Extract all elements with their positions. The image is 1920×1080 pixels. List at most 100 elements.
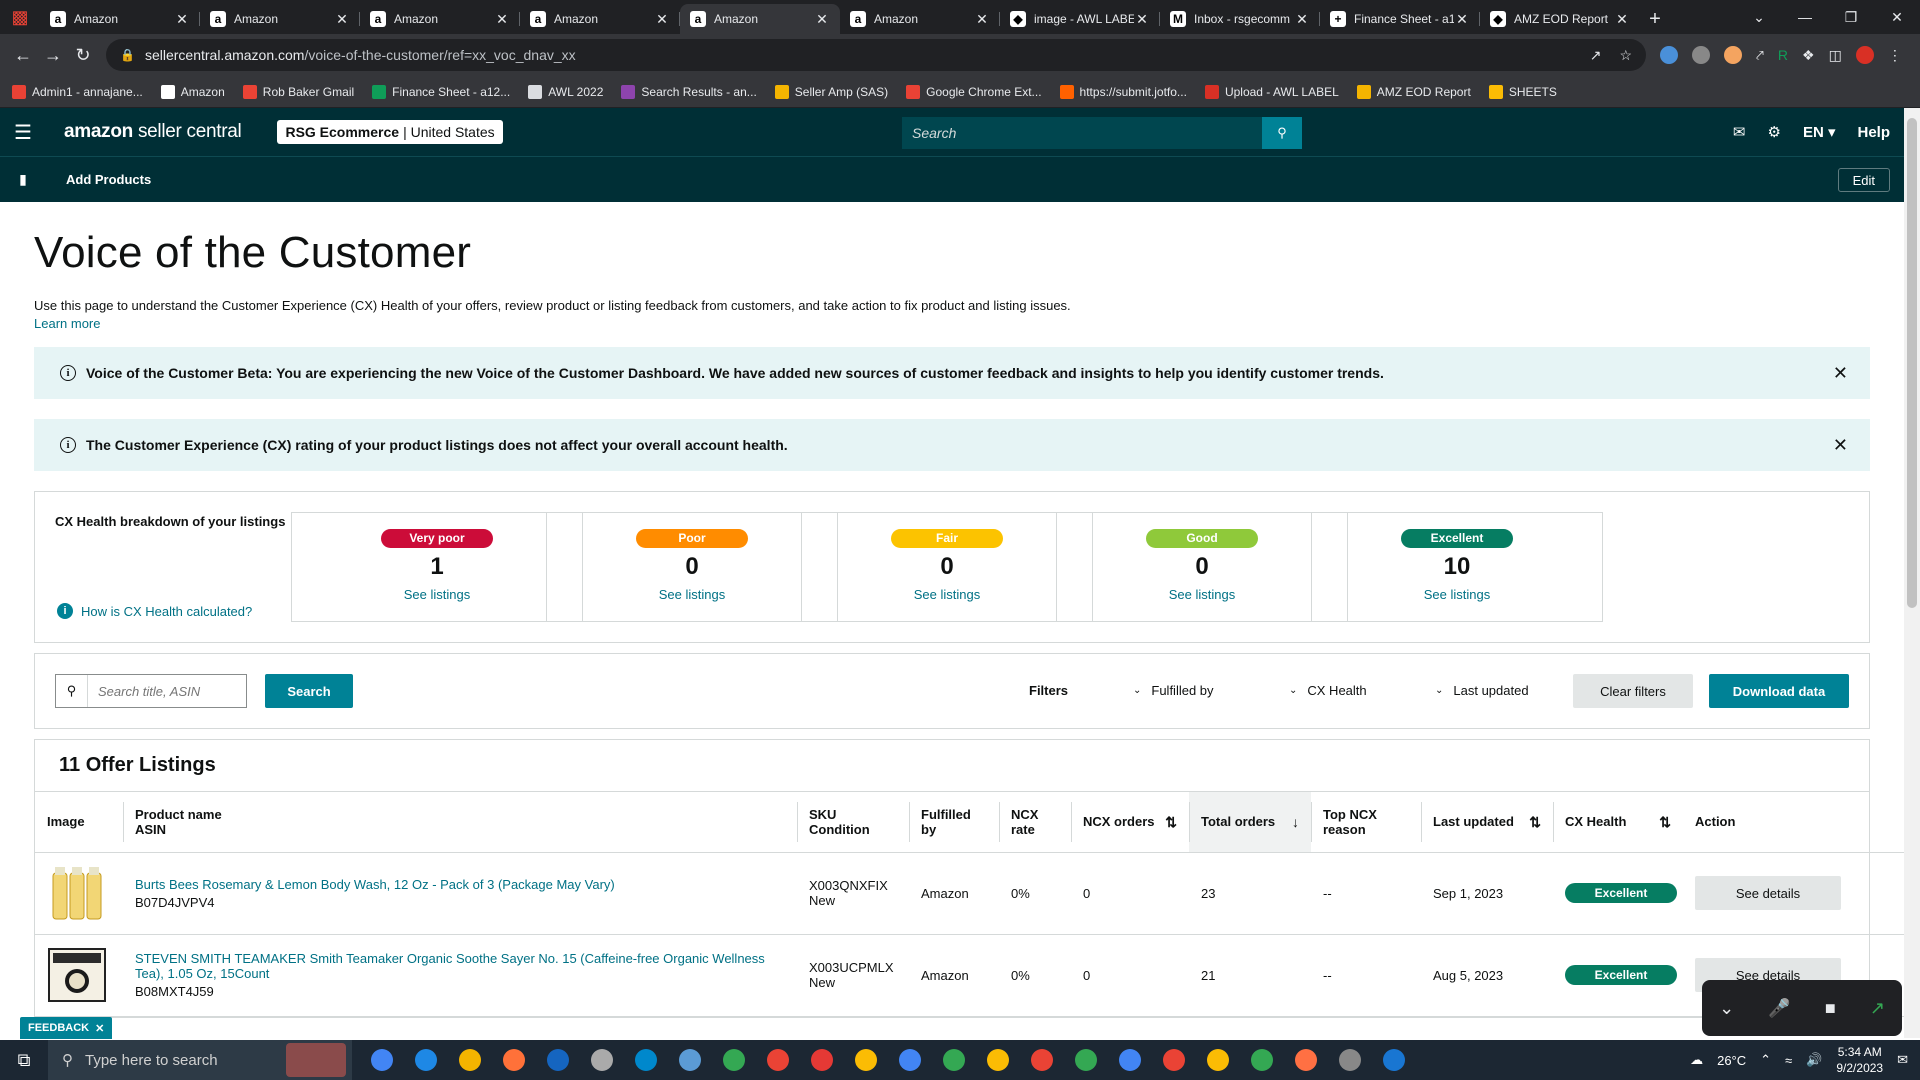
taskbar-app-icon[interactable]	[1026, 1044, 1058, 1076]
mic-muted-icon[interactable]: 🎤	[1768, 998, 1790, 1019]
taskbar-app-icon[interactable]	[1290, 1044, 1322, 1076]
taskbar-app-icon[interactable]	[630, 1044, 662, 1076]
chevron-down-icon[interactable]: ⌄	[1719, 998, 1734, 1019]
taskbar-app-icon[interactable]	[586, 1044, 618, 1076]
language-selector[interactable]: EN ▾	[1803, 123, 1836, 141]
cx-how-link[interactable]: i How is CX Health calculated?	[57, 603, 252, 619]
close-window-button[interactable]: ✕	[1874, 9, 1920, 26]
see-listings-link[interactable]: See listings	[292, 587, 582, 602]
bookmark-item[interactable]: SHEETS	[1488, 84, 1557, 99]
taskbar-app-icon[interactable]	[542, 1044, 574, 1076]
close-tab-icon[interactable]: ✕	[1294, 11, 1310, 28]
close-tab-icon[interactable]: ✕	[494, 11, 510, 28]
bookmark-star-icon[interactable]: ☆	[1619, 47, 1632, 64]
feedback-button[interactable]: FEEDBACK ✕	[20, 1017, 113, 1039]
temperature[interactable]: 26°C	[1717, 1053, 1746, 1068]
forward-button[interactable]: →	[38, 45, 68, 66]
windows-start-icon[interactable]: ⧉	[0, 1050, 48, 1071]
search-button[interactable]: Search	[265, 674, 353, 708]
scrollbar-thumb[interactable]	[1907, 118, 1917, 608]
volume-icon[interactable]: 🔊	[1806, 1052, 1822, 1068]
bookmark-item[interactable]: Upload - AWL LABEL	[1204, 84, 1339, 99]
extension-icon[interactable]: R	[1778, 47, 1788, 63]
product-name-link[interactable]: Burts Bees Rosemary & Lemon Body Wash, 1…	[135, 877, 785, 892]
close-icon[interactable]: ✕	[1833, 435, 1848, 456]
bookmark-item[interactable]: AWL 2022	[528, 84, 603, 99]
taskbar-app-icon[interactable]	[850, 1044, 882, 1076]
store-selector[interactable]: RSG Ecommerce | United States	[277, 120, 503, 144]
taskbar-app-icon[interactable]	[894, 1044, 926, 1076]
popout-icon[interactable]: ↗	[1870, 998, 1885, 1019]
listing-search-input[interactable]	[88, 683, 244, 699]
close-tab-icon[interactable]: ✕	[1454, 11, 1470, 28]
learn-more-link[interactable]: Learn more	[34, 316, 1870, 331]
taskbar-app-icon[interactable]	[1378, 1044, 1410, 1076]
puzzle-icon[interactable]: ❖	[1802, 47, 1815, 64]
wifi-icon[interactable]: ≈	[1785, 1053, 1792, 1068]
extension-off-icon[interactable]	[1692, 46, 1710, 64]
taskbar-search[interactable]: ⚲ Type here to search	[48, 1040, 352, 1080]
taskbar-app-icon[interactable]	[806, 1044, 838, 1076]
help-link[interactable]: Help	[1857, 124, 1890, 141]
menu-dots-icon[interactable]: ⋮	[1888, 47, 1902, 64]
col-cx-health[interactable]: CX Health ⇅	[1553, 792, 1683, 853]
close-icon[interactable]: ✕	[95, 1022, 104, 1035]
sort-icon[interactable]: ⇅	[1659, 814, 1671, 831]
sort-icon[interactable]: ⇅	[1529, 814, 1541, 831]
taskbar-app-icon[interactable]	[982, 1044, 1014, 1076]
minimize-button[interactable]: —	[1782, 9, 1828, 25]
browser-tab[interactable]: ◆ AMZ EOD Report ✕	[1480, 4, 1640, 34]
fulfilled-by-dropdown[interactable]: ⌄ Fulfilled by	[1133, 683, 1214, 698]
header-search-input[interactable]	[902, 117, 1262, 149]
bookmark-item[interactable]: AMZ EOD Report	[1356, 84, 1471, 99]
close-tab-icon[interactable]: ✕	[334, 11, 350, 28]
bookmark-item[interactable]: Search Results - an...	[621, 84, 757, 99]
browser-tab[interactable]: a Amazon ✕	[840, 4, 1000, 34]
tab-search-icon[interactable]: ▩	[0, 0, 40, 34]
extension-icon[interactable]	[1724, 46, 1742, 64]
url-field[interactable]: 🔒 sellercentral.amazon.com /voice-of-the…	[106, 39, 1646, 71]
browser-tab[interactable]: a Amazon ✕	[680, 4, 840, 34]
bookmark-item[interactable]: Seller Amp (SAS)	[774, 84, 888, 99]
share-icon[interactable]: ↗	[1590, 47, 1602, 64]
browser-tab[interactable]: a Amazon ✕	[200, 4, 360, 34]
browser-tab[interactable]: + Finance Sheet - a1 ✕	[1320, 4, 1480, 34]
taskbar-app-icon[interactable]	[410, 1044, 442, 1076]
page-scrollbar[interactable]	[1904, 108, 1920, 1038]
restore-button[interactable]: ❐	[1828, 9, 1874, 26]
weather-icon[interactable]: ☁	[1690, 1052, 1703, 1068]
seller-central-logo[interactable]: amazon seller central	[64, 121, 242, 143]
taskbar-app-icon[interactable]	[938, 1044, 970, 1076]
profile-avatar[interactable]	[1855, 46, 1874, 64]
bookmark-item[interactable]: https://submit.jotfo...	[1059, 84, 1187, 99]
see-listings-link[interactable]: See listings	[1057, 587, 1347, 602]
close-tab-icon[interactable]: ✕	[1614, 11, 1630, 28]
product-image[interactable]	[47, 863, 107, 923]
reload-button[interactable]: ↻	[68, 45, 98, 66]
taskbar-app-icon[interactable]	[1202, 1044, 1234, 1076]
close-tab-icon[interactable]: ✕	[654, 11, 670, 28]
taskbar-app-icon[interactable]	[1158, 1044, 1190, 1076]
bookmark-item[interactable]: Google Chrome Ext...	[906, 84, 1042, 99]
sort-icon[interactable]: ⇅	[1165, 814, 1177, 831]
browser-tab[interactable]: M Inbox - rsgecomm ✕	[1160, 4, 1320, 34]
close-icon[interactable]: ✕	[1833, 363, 1848, 384]
see-listings-link[interactable]: See listings	[802, 587, 1092, 602]
close-tab-icon[interactable]: ✕	[1134, 11, 1150, 28]
edit-button[interactable]: Edit	[1837, 168, 1890, 192]
add-products-link[interactable]: Add Products	[66, 172, 151, 187]
clock[interactable]: 5:34 AM 9/2/2023	[1836, 1044, 1883, 1076]
taskbar-app-icon[interactable]	[674, 1044, 706, 1076]
download-data-button[interactable]: Download data	[1709, 674, 1849, 708]
bookmark-item[interactable]: Admin1 - annajane...	[12, 84, 143, 99]
close-tab-icon[interactable]: ✕	[974, 11, 990, 28]
bookmark-icon[interactable]: ▮	[0, 171, 46, 188]
product-name-link[interactable]: STEVEN SMITH TEAMAKER Smith Teamaker Org…	[135, 951, 785, 981]
product-image[interactable]	[47, 945, 107, 1005]
taskbar-app-icon[interactable]	[1246, 1044, 1278, 1076]
chevron-up-icon[interactable]: ⌃	[1760, 1052, 1771, 1068]
taskbar-app-icon[interactable]	[1070, 1044, 1102, 1076]
close-tab-icon[interactable]: ✕	[174, 11, 190, 28]
browser-tab[interactable]: a Amazon ✕	[520, 4, 680, 34]
browser-tab[interactable]: a Amazon ✕	[360, 4, 520, 34]
